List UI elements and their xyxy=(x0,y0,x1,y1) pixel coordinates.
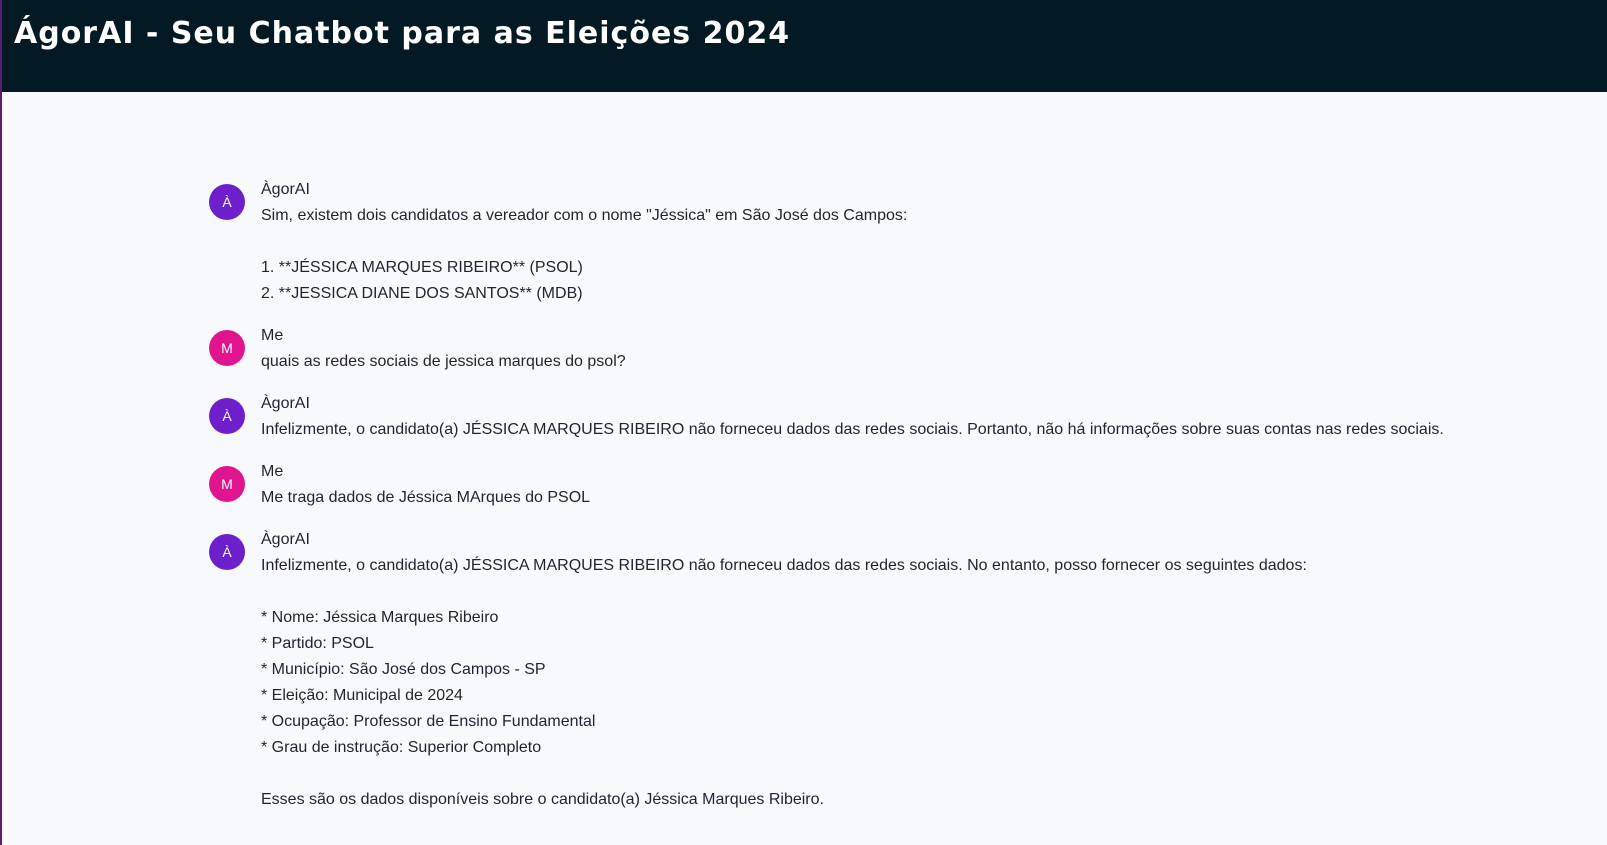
chat-thread: À ÀgorAI Sim, existem dois candidatos a … xyxy=(209,177,1509,829)
bot-avatar: À xyxy=(209,398,245,434)
chat-message-user: M Me Me traga dados de Jéssica MArques d… xyxy=(209,459,1509,511)
chat-message-bot: À ÀgorAI Sim, existem dois candidatos a … xyxy=(209,177,1509,307)
message-sender: ÀgorAI xyxy=(261,395,310,412)
message-line: * Nome: Jéssica Marques Ribeiro xyxy=(261,609,499,626)
message-line: 2. **JESSICA DIANE DOS SANTOS** (MDB) xyxy=(261,285,583,302)
user-avatar: M xyxy=(209,330,245,366)
message-content: ÀgorAI Infelizmente, o candidato(a) JÉSS… xyxy=(261,391,1444,443)
message-line: * Grau de instrução: Superior Completo xyxy=(261,739,542,756)
app-title: ÁgorAI - Seu Chatbot para as Eleições 20… xyxy=(14,16,791,51)
message-line xyxy=(261,761,1307,787)
message-line: * Ocupação: Professor de Ensino Fundamen… xyxy=(261,713,596,730)
message-line: * Partido: PSOL xyxy=(261,635,374,652)
message-line: * Eleição: Municipal de 2024 xyxy=(261,687,463,704)
message-line: * Município: São José dos Campos - SP xyxy=(261,661,546,678)
bot-avatar: À xyxy=(209,184,245,220)
message-content: ÀgorAI Infelizmente, o candidato(a) JÉSS… xyxy=(261,527,1307,813)
message-line: Esses são os dados disponíveis sobre o c… xyxy=(261,791,824,808)
bot-avatar: À xyxy=(209,534,245,570)
app-header: ÁgorAI - Seu Chatbot para as Eleições 20… xyxy=(2,0,1607,92)
message-content: Me Me traga dados de Jéssica MArques do … xyxy=(261,459,590,511)
message-line xyxy=(261,229,907,255)
message-line: Sim, existem dois candidatos a vereador … xyxy=(261,207,908,224)
message-line: quais as redes sociais de jessica marque… xyxy=(261,353,626,370)
message-line: 1. **JÉSSICA MARQUES RIBEIRO** (PSOL) xyxy=(261,259,583,276)
message-line: Infelizmente, o candidato(a) JÉSSICA MAR… xyxy=(261,557,1307,574)
chat-message-user: M Me quais as redes sociais de jessica m… xyxy=(209,323,1509,375)
message-line xyxy=(261,579,1307,605)
message-content: ÀgorAI Sim, existem dois candidatos a ve… xyxy=(261,177,907,307)
chat-message-bot: À ÀgorAI Infelizmente, o candidato(a) JÉ… xyxy=(209,391,1509,443)
message-sender: ÀgorAI xyxy=(261,531,310,548)
message-sender: ÀgorAI xyxy=(261,181,310,198)
message-line: Me traga dados de Jéssica MArques do PSO… xyxy=(261,489,591,506)
left-edge-strip xyxy=(0,0,2,845)
message-sender: Me xyxy=(261,463,284,480)
chat-message-bot: À ÀgorAI Infelizmente, o candidato(a) JÉ… xyxy=(209,527,1509,813)
message-content: Me quais as redes sociais de jessica mar… xyxy=(261,323,626,375)
user-avatar: M xyxy=(209,466,245,502)
message-sender: Me xyxy=(261,327,284,344)
message-line: Infelizmente, o candidato(a) JÉSSICA MAR… xyxy=(261,421,1444,438)
